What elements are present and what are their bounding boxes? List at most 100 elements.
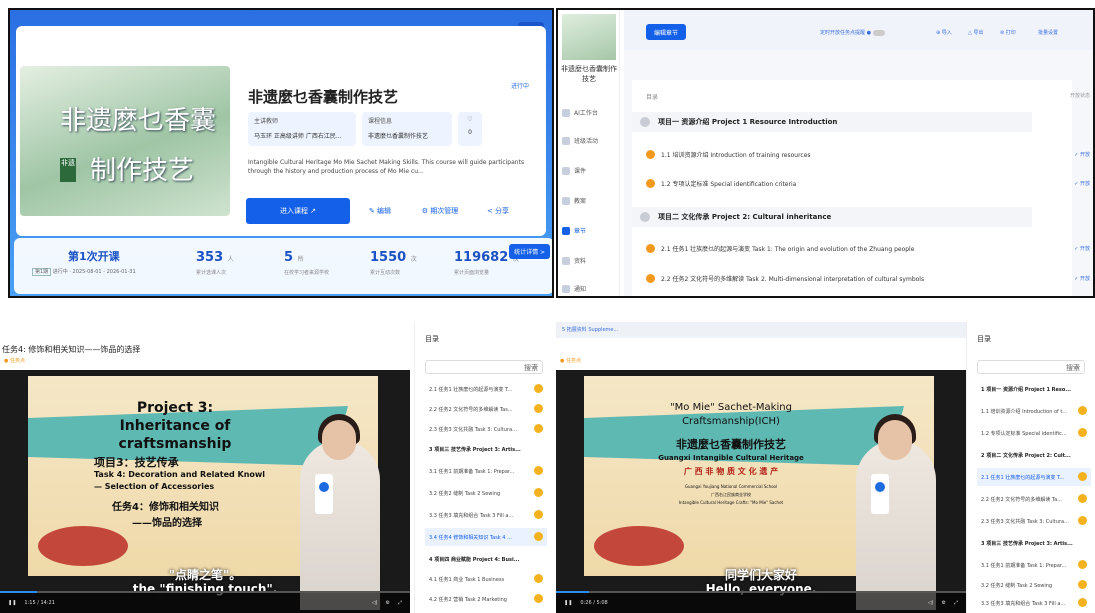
task-dot-icon [1078,560,1087,569]
project-row[interactable]: 项目一 资源介绍 Project 1 Resource Introduction [632,112,1032,132]
slide-cn3: ——饰品的选择 [132,518,202,529]
sidebar-item-lesson-plan[interactable]: 教案 [562,196,586,205]
catalog-item[interactable]: 3.1 任务1 前期准备 Task 1: Prepar... [425,462,547,480]
catalog-project[interactable]: 3 项目三 技艺传承 Project 3: Artis... [977,534,1091,552]
catalog-item[interactable]: 3.3 任务3 填充和组合 Task 3 Fill a... [425,506,547,524]
edit-chapters-button[interactable]: 编辑章节 [646,24,687,40]
course-overview-panel: 回旧版 非遗麽乜香囊 非遗 制作技艺 非遗麼乜香囊制作技艺 进行中 主讲教师 马… [8,8,554,298]
sidebar-item-notice[interactable]: 通知 [562,284,586,293]
task-dot-icon [1078,580,1087,589]
catalog-item-label: 3.1 任务1 前期准备 Task 1: Prepar... [429,468,515,475]
catalog-item-active[interactable]: 2.1 任务1 壮族麽乜的起源与演变 T... [977,468,1091,486]
gear-icon: ⚙ [421,207,431,215]
course-info-label: 课程信息 [368,118,393,125]
catalog-item-active[interactable]: 3.4 任务4 修饰和相关知识 Task 4 ... [425,528,547,546]
course-description: Intangible Cultural Heritage Mo Mie Sach… [248,159,525,175]
catalog-item-label: 3 项目三 技艺传承 Project 3: Artis... [429,446,521,453]
seal-icon: 非遗 [60,158,76,182]
ai-assistant-icon[interactable] [315,474,333,514]
sidebar-item-materials[interactable]: 资料 [562,256,586,265]
import-label: 导入 [941,30,952,36]
enter-course-button[interactable]: 进入课程 ↗ [246,198,350,224]
catalog-item[interactable]: 3.2 任务2 缝制 Task 2 Sewing [977,576,1091,594]
task-point-tag: ● 任务点 [560,358,581,364]
sidebar-item-activity[interactable]: 班级活动 [562,136,598,145]
catalog-item-label: 3.2 任务2 缝制 Task 2 Sewing [981,582,1053,589]
sidebar-item-label: 课件 [574,168,587,175]
catalog-project[interactable]: 3 项目三 技艺传承 Project 3: Artis... [425,440,547,458]
slide-small3: Intangible Cultural Heritage Crafts: "Mo… [678,500,784,505]
ai-assistant-icon[interactable] [871,474,889,514]
stat-students: 353 人累计选课人次 [196,250,234,276]
fullscreen-icon[interactable]: ⤢ [398,600,410,606]
stat-value: 1550 [370,250,407,265]
pause-icon[interactable]: ❚❚ [8,600,16,606]
catalog-item[interactable]: 1.1 培训资源介绍 Introduction of t... [977,402,1091,420]
task-row[interactable]: 2.1 任务1 壮族麽乜的起源与演变 Task 1: The origin an… [646,244,914,253]
volume-icon[interactable]: ◁) [372,600,378,606]
catalog-item[interactable]: 2.3 任务3 文化共融 Task 3: Cultura... [425,420,547,438]
slide-decoration [38,526,128,566]
search-icon[interactable]: ⌕ [1076,363,1080,372]
task-row[interactable]: 1.2 专项认定标准 Special identification criter… [646,179,796,188]
catalog-project[interactable]: 4 项目四 商业赋能 Project 4: Busi... [425,550,547,568]
print-button[interactable]: ⊜ 打印 [1000,29,1016,36]
like-box[interactable]: ♡ 0 [458,112,482,146]
video-player[interactable]: Project 3: Inheritance of craftsmanship … [0,370,410,613]
catalog-item[interactable]: 2.2 任务2 文化符号的多维解读 Tas... [425,400,547,418]
catalog-project[interactable]: 2 项目二 文化传承 Project 2: Cult... [977,446,1091,464]
breadcrumb[interactable]: 5 拓展资料 Suppleme... [556,322,970,338]
stat-unit: 次 [410,256,417,263]
task-dot-icon [534,594,543,603]
slide-en1: "Mo Mie" Sachet-Making [670,402,792,413]
catalog-item[interactable]: 3.2 任务2 缝制 Task 2 Sewing [425,484,547,502]
search-input[interactable]: 搜索 ⌕ [977,360,1085,374]
status-column-header: 开放状态 [1069,93,1090,99]
catalog-item-label: 1.2 专项认定标准 Special identific... [981,430,1067,437]
search-icon[interactable]: ⌕ [534,363,538,372]
catalog-item[interactable]: 4.2 任务2 营销 Task 2 Marketing [425,590,547,608]
folder-icon [562,256,570,265]
video-player[interactable]: "Mo Mie" Sachet-Making Craftsmanship(ICH… [556,370,966,613]
project-row[interactable]: 项目二 文化传承 Project 2: Cultural inheritance [632,207,1032,227]
stats-detail-button[interactable]: 统计详情 > [509,244,550,259]
pause-icon[interactable]: ❚❚ [564,600,572,606]
share-button[interactable]: < 分享 [478,198,518,224]
session-manage-button[interactable]: ⚙ 期次管理 [412,198,468,224]
stat-interactions: 1550 次累计互动次数 [370,250,417,276]
reminder-toggle[interactable] [872,29,885,36]
sidebar-item-chapters[interactable]: 章节 [562,226,586,235]
catalog-item-label: 2.2 任务2 文化符号的多维解读 Tas... [429,406,513,413]
sidebar-item-label: 班级活动 [574,138,599,145]
fullscreen-icon[interactable]: ⤢ [954,600,966,606]
sidebar-item-ai[interactable]: AI工作台 [562,108,598,117]
settings-icon[interactable]: ⚙ [386,600,390,606]
catalog-item[interactable]: 2.2 任务2 文化符号的多维解读 Ta... [977,490,1091,508]
catalog-project[interactable]: 1 项目一 资源介绍 Project 1 Reso... [977,380,1091,398]
edit-button[interactable]: ✎ 编辑 [360,198,400,224]
sidebar-item-label: 教案 [574,198,587,205]
catalog-item[interactable]: 2.1 任务1 壮族麽乜的起源与演变 T... [425,380,547,398]
search-input[interactable]: 搜索 ⌕ [425,360,543,374]
task-row[interactable]: 1.1 培训资源介绍 Introduction of training reso… [646,150,811,159]
catalog-item[interactable]: 2.3 任务3 文化共融 Task 3: Cultura... [977,512,1091,530]
session-select[interactable]: 第1期 [32,268,52,276]
task-dot-icon [646,150,655,159]
catalog-item[interactable]: 3.3 任务3 填充和组合 Task 3 Fill a... [977,594,1091,612]
open-status: ✓ 开放 [1074,276,1090,282]
teacher-info: 主讲教师 马玉环 正高级讲师 广西右江民... [248,112,356,146]
sidebar-item-courseware[interactable]: 课件 [562,166,586,175]
catalog-item[interactable]: 1.2 专项认定标准 Special identific... [977,424,1091,442]
task-row[interactable]: 2.2 任务2 文化符号的多维解读 Task 2. Multi-dimensio… [646,274,924,283]
volume-icon[interactable]: ◁) [928,600,934,606]
batch-settings-button[interactable]: 批量设置 [1038,29,1058,36]
settings-icon[interactable]: ⚙ [942,600,946,606]
session-selector[interactable]: 第1期 进行中 · 2025-08-01 - 2026-01-31 [32,268,136,276]
export-button[interactable]: △ 导出 [968,29,983,36]
catalog-item[interactable]: 3.1 任务1 前期准备 Task 1: Prepar... [977,556,1091,574]
import-button[interactable]: ⊕ 导入 [936,29,952,36]
catalog-item[interactable]: 4.1 任务1 商业 Task 1 Business [425,570,547,588]
slide-en2: Inheritance of [119,418,231,434]
catalog-item-label: 3.2 任务2 缝制 Task 2 Sewing [429,490,501,497]
time-display: 0:26 / 5:08 [580,600,608,606]
